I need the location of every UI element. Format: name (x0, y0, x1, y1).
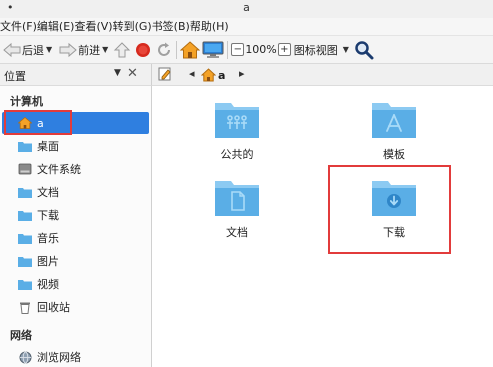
menu-view[interactable]: 查看(V) (74, 19, 112, 35)
sidebar-item-label: 图片 (37, 255, 59, 268)
sidebar-item-browse-network[interactable]: 浏览网络 (0, 346, 151, 367)
side-pane-dropdown-icon[interactable]: ▼ (114, 68, 121, 78)
menu-help[interactable]: 帮助(H) (190, 19, 229, 35)
title-bar: • a (0, 0, 493, 18)
menu-bar: 文件(F) 编辑(E) 查看(V) 转到(G) 书签(B) 帮助(H) (0, 18, 493, 36)
view-mode-select[interactable]: 图标视图 ▼ (294, 39, 349, 61)
sidebar-item-documents[interactable]: 文档 (0, 181, 151, 203)
forward-arrow-icon (58, 42, 78, 58)
location-edit-icon[interactable] (158, 67, 172, 81)
reload-icon[interactable] (155, 41, 173, 59)
sidebar-item-label: 浏览网络 (37, 351, 81, 364)
file-item-label: 文档 (226, 226, 248, 239)
sidebar-item-desktop[interactable]: 桌面 (0, 135, 151, 157)
location-bar: ◂ a ▸ (152, 64, 493, 86)
file-item-documents[interactable]: 文档 (192, 178, 282, 240)
computer-icon[interactable] (202, 41, 224, 59)
menu-file[interactable]: 文件(F) (0, 19, 37, 35)
home-icon (201, 68, 216, 82)
sidebar-section-network: 网络 (10, 329, 32, 342)
sidebar-item-music[interactable]: 音乐 (0, 227, 151, 249)
search-icon[interactable] (354, 40, 374, 60)
sidebar-item-pictures[interactable]: 图片 (0, 250, 151, 272)
folder-icon (18, 278, 32, 290)
sidebar-item-trash[interactable]: 回收站 (0, 296, 151, 318)
file-item-label: 公共的 (220, 148, 254, 161)
window-title: a (243, 1, 250, 14)
sidebar-item-label: 音乐 (37, 232, 59, 245)
zoom-in-button[interactable]: + (277, 43, 291, 56)
sidebar-item-label: 文件系统 (37, 163, 81, 176)
back-label: 后退 (22, 43, 44, 57)
stop-icon[interactable] (135, 42, 151, 58)
up-arrow-icon[interactable] (113, 41, 131, 59)
folder-icon (18, 255, 32, 267)
side-pane-header: 位置 ▼ ✕ (0, 64, 152, 86)
path-back-arrow[interactable]: ◂ (189, 67, 195, 80)
side-pane-close-icon[interactable]: ✕ (127, 66, 138, 81)
sidebar-item-label: 下载 (37, 209, 59, 222)
toolbar-separator (227, 40, 229, 59)
folder-icon (18, 232, 32, 244)
drive-icon (18, 163, 32, 175)
menu-go[interactable]: 转到(G) (113, 19, 152, 35)
menu-bookmarks[interactable]: 书签(B) (152, 19, 190, 35)
folder-templates-icon (372, 103, 416, 138)
trash-icon (18, 301, 32, 314)
side-pane-title: 位置 (4, 70, 26, 83)
forward-label: 前进 (78, 43, 101, 57)
sidebar-item-label: 桌面 (37, 140, 59, 153)
zoom-control: − 100% + (231, 39, 291, 61)
view-mode-dropdown-icon: ▼ (342, 45, 349, 54)
path-segment-home[interactable]: a (201, 66, 225, 84)
network-icon (18, 351, 32, 363)
path-location-label: a (218, 68, 226, 82)
sidebar-item-downloads[interactable]: 下载 (0, 204, 151, 226)
sidebar-item-videos[interactable]: 视频 (0, 273, 151, 295)
folder-documents-icon (215, 181, 259, 216)
forward-dropdown-icon[interactable]: ▼ (102, 45, 108, 54)
back-button[interactable]: 后退 ▼ (2, 39, 52, 61)
back-dropdown-icon[interactable]: ▼ (46, 45, 52, 54)
menu-edit[interactable]: 编辑(E) (37, 19, 75, 35)
sidebar-item-filesystem[interactable]: 文件系统 (0, 158, 151, 180)
folder-public-icon (215, 103, 259, 138)
zoom-out-button[interactable]: − (231, 43, 245, 56)
view-mode-label: 图标视图 (293, 43, 338, 57)
back-arrow-icon (2, 42, 22, 58)
home-icon[interactable] (180, 40, 201, 59)
sidebar-item-label: 视频 (37, 278, 59, 291)
path-forward-arrow[interactable]: ▸ (239, 67, 245, 80)
folder-icon (18, 186, 32, 198)
folder-icon (18, 140, 32, 152)
zoom-level[interactable]: 100% (245, 43, 276, 56)
sidebar-item-label: 文档 (37, 186, 59, 199)
toolbar-separator (176, 40, 178, 59)
forward-button[interactable]: 前进 ▼ (58, 39, 108, 61)
toolbar: 后退 ▼ 前进 ▼ − 100% + 图标视图 ▼ (0, 36, 493, 64)
sidebar-item-label: 回收站 (37, 301, 70, 314)
file-item-label: 模板 (383, 148, 405, 161)
highlight-box-home (4, 110, 72, 135)
highlight-box-downloads (328, 165, 451, 254)
sidebar-section-computer: 计算机 (10, 95, 43, 108)
folder-icon (18, 209, 32, 221)
file-item-templates[interactable]: 模板 (349, 100, 439, 162)
file-item-public[interactable]: 公共的 (192, 100, 282, 162)
